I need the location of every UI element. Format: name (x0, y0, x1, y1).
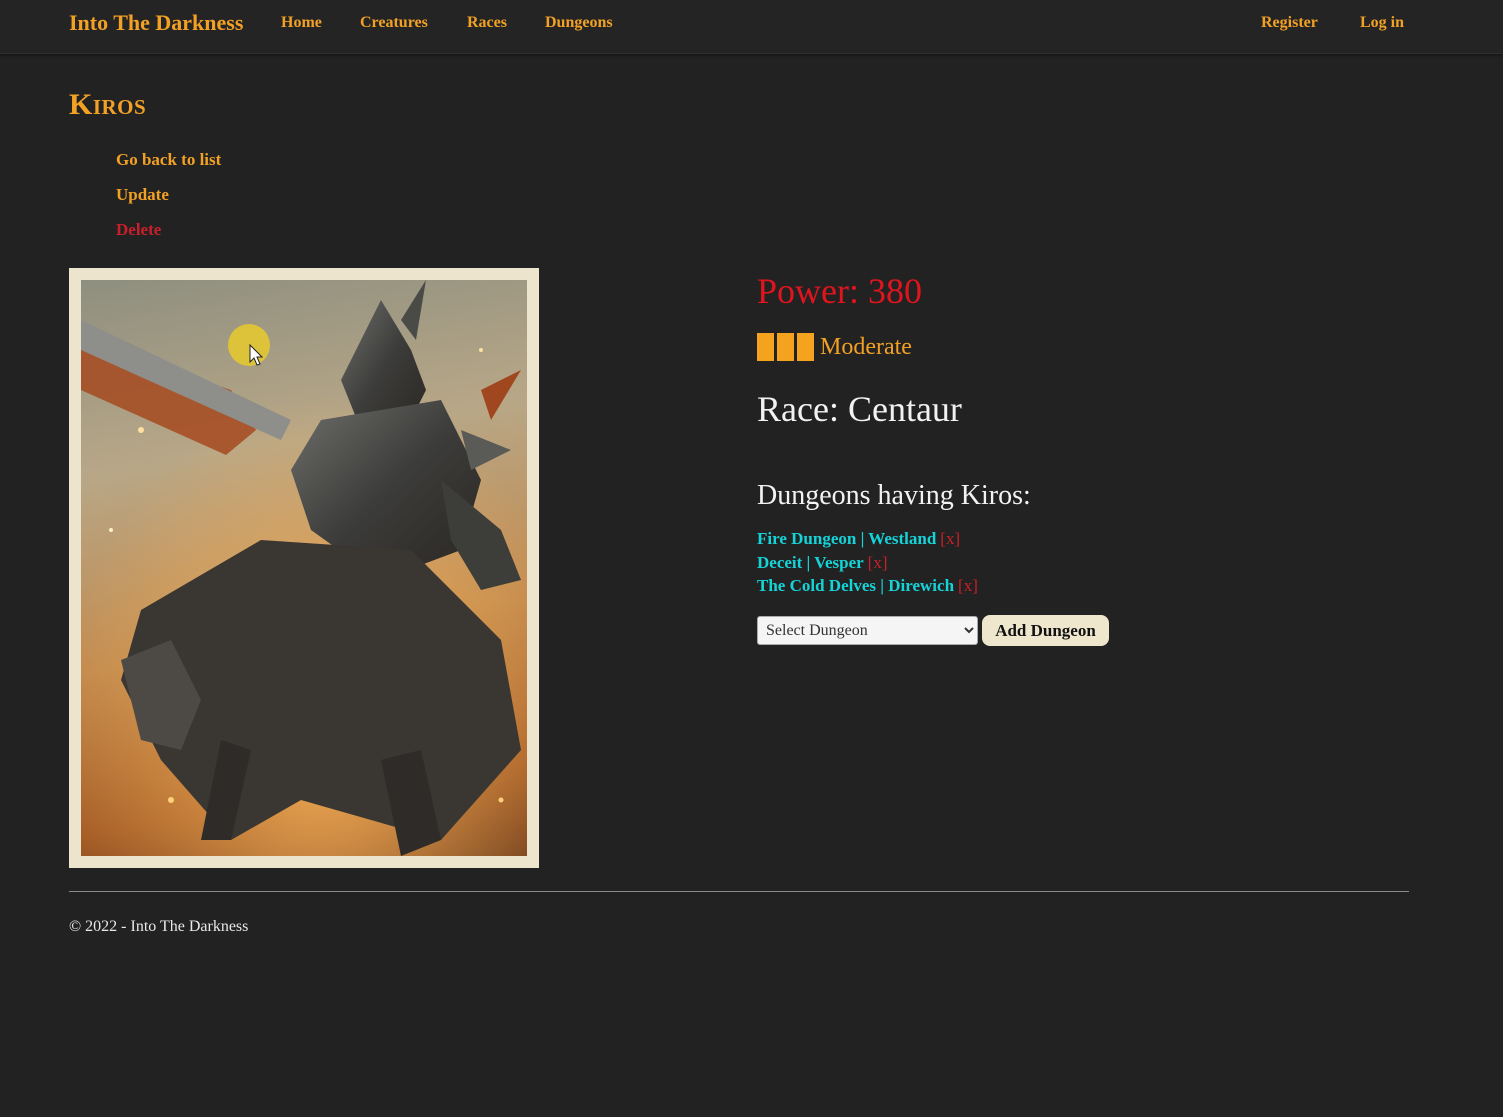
update-link[interactable]: Update (116, 185, 169, 204)
threat-bar (757, 333, 774, 361)
action-item: Update (116, 185, 221, 220)
action-item: Delete (116, 220, 221, 255)
top-navbar: Into The Darkness Home Creatures Races D… (0, 0, 1503, 54)
dungeon-link[interactable]: The Cold Delves | Direwich (757, 576, 954, 595)
creature-portrait-image (81, 280, 527, 856)
armored-centaur-portrait-icon (81, 280, 527, 856)
power-value: Power: 380 (757, 271, 922, 311)
brand-link[interactable]: Into The Darkness (69, 10, 243, 36)
list-item: Deceit | Vesper [x] (757, 553, 978, 577)
race-value: Race: Centaur (757, 389, 962, 429)
dungeon-list: Fire Dungeon | Westland [x] Deceit | Vesp… (757, 529, 978, 600)
threat-bar (797, 333, 814, 361)
action-links: Go back to list Update Delete (116, 150, 221, 255)
nav-home-link[interactable]: Home (281, 14, 322, 32)
back-to-list-link[interactable]: Go back to list (116, 150, 221, 169)
nav-dungeons-link[interactable]: Dungeons (545, 14, 613, 32)
nav-login-link[interactable]: Log in (1360, 14, 1404, 32)
remove-dungeon-button[interactable]: [x] (868, 553, 888, 572)
threat-bar (777, 333, 794, 361)
threat-level: Moderate (757, 333, 912, 361)
action-item: Go back to list (116, 150, 221, 185)
remove-dungeon-button[interactable]: [x] (940, 529, 960, 548)
list-item: The Cold Delves | Direwich [x] (757, 576, 978, 600)
nav-register-link[interactable]: Register (1261, 14, 1318, 32)
threat-label: Moderate (820, 333, 912, 360)
footer-divider (69, 891, 1409, 892)
mouse-pointer-icon (249, 344, 263, 366)
dungeon-link[interactable]: Deceit | Vesper (757, 553, 864, 572)
page-title: Kiros (69, 88, 147, 121)
remove-dungeon-button[interactable]: [x] (958, 576, 978, 595)
nav-creatures-link[interactable]: Creatures (360, 14, 428, 32)
list-item: Fire Dungeon | Westland [x] (757, 529, 978, 553)
delete-link[interactable]: Delete (116, 220, 161, 239)
nav-races-link[interactable]: Races (467, 14, 507, 32)
add-dungeon-button[interactable]: Add Dungeon (982, 615, 1109, 646)
footer-copyright: © 2022 - Into The Darkness (69, 918, 249, 935)
dungeon-select[interactable]: Select Dungeon (757, 616, 978, 645)
dungeon-link[interactable]: Fire Dungeon | Westland (757, 529, 936, 548)
creature-portrait-frame (69, 268, 539, 868)
dungeons-heading: Dungeons having Kiros: (757, 480, 1031, 511)
